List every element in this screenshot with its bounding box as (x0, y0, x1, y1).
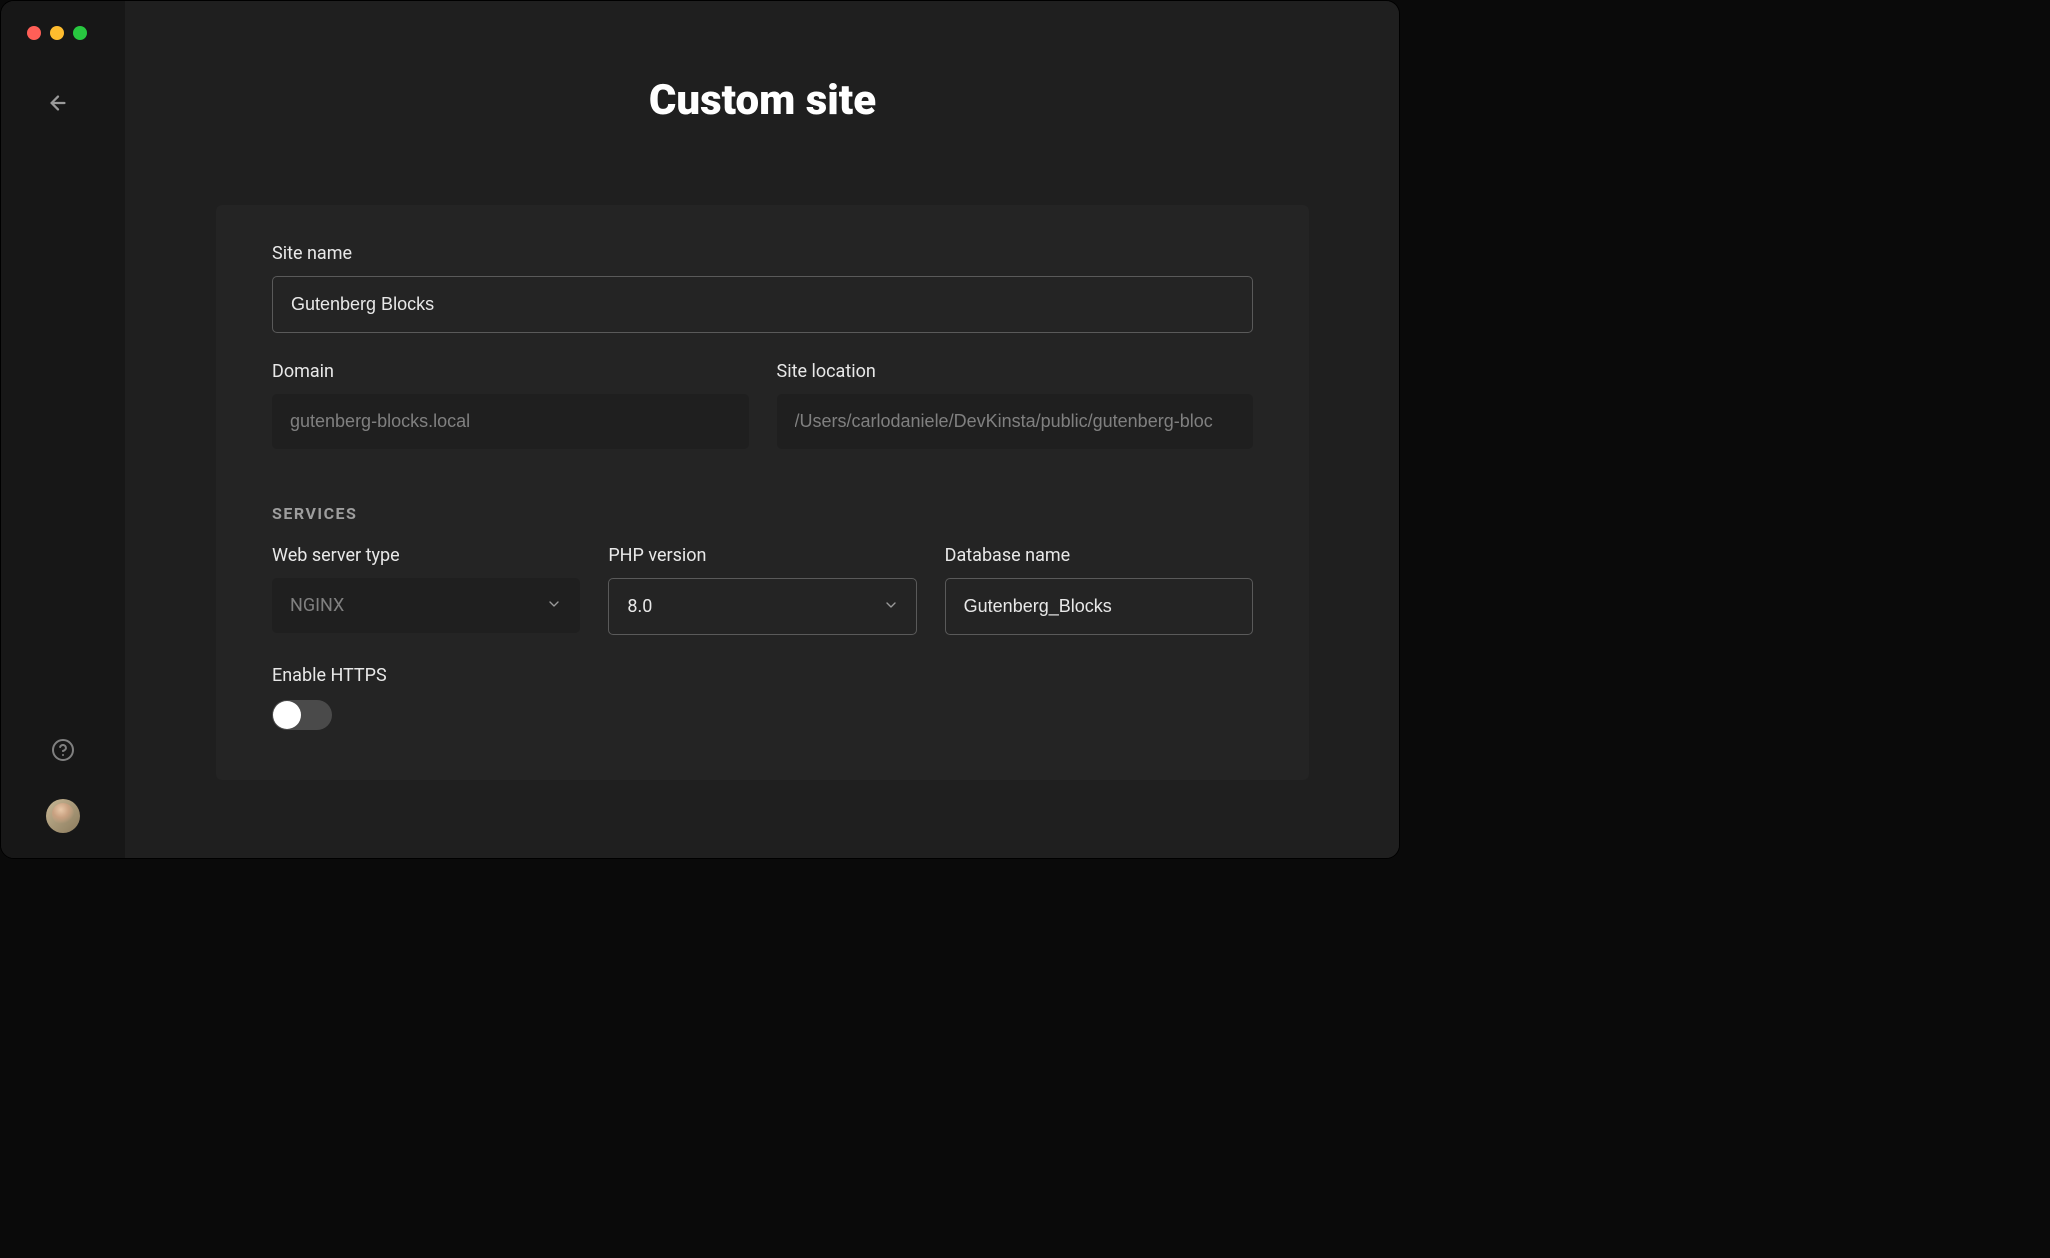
domain-location-row: Domain Site location (272, 361, 1253, 449)
domain-label: Domain (272, 361, 749, 382)
database-name-group: Database name (945, 545, 1253, 635)
form-panel: Site name Domain Site location SERVICES (216, 205, 1309, 780)
enable-https-label: Enable HTTPS (272, 665, 1253, 686)
main-content: Custom site Site name Domain Site locati… (126, 1, 1399, 858)
services-header: SERVICES (272, 504, 1253, 523)
sidebar-bottom (46, 740, 80, 833)
site-name-group: Site name (272, 243, 1253, 333)
php-version-label: PHP version (608, 545, 916, 566)
enable-https-group: Enable HTTPS (272, 665, 1253, 730)
web-server-group: Web server type NGINX (272, 545, 580, 635)
maximize-window-button[interactable] (73, 26, 87, 40)
toggle-handle (273, 701, 301, 729)
site-location-label: Site location (777, 361, 1254, 382)
services-row: Web server type NGINX PHP version 8.0 (272, 545, 1253, 635)
help-button[interactable] (51, 740, 75, 764)
database-name-label: Database name (945, 545, 1253, 566)
back-button[interactable] (38, 85, 78, 125)
web-server-select[interactable]: NGINX (272, 578, 580, 633)
web-server-label: Web server type (272, 545, 580, 566)
close-window-button[interactable] (27, 26, 41, 40)
domain-group: Domain (272, 361, 749, 449)
site-location-group: Site location (777, 361, 1254, 449)
site-location-input[interactable] (777, 394, 1254, 449)
domain-input[interactable] (272, 394, 749, 449)
window-controls (1, 26, 87, 40)
app-window: Custom site Site name Domain Site locati… (0, 0, 1400, 859)
php-version-select[interactable]: 8.0 (608, 578, 916, 635)
minimize-window-button[interactable] (50, 26, 64, 40)
site-name-label: Site name (272, 243, 1253, 264)
enable-https-toggle[interactable] (272, 700, 332, 730)
page-title: Custom site (126, 1, 1399, 205)
php-version-group: PHP version 8.0 (608, 545, 916, 635)
avatar[interactable] (46, 799, 80, 833)
database-name-input[interactable] (945, 578, 1253, 635)
arrow-left-icon (47, 92, 69, 118)
sidebar (1, 1, 126, 858)
help-circle-icon (51, 738, 75, 766)
site-name-input[interactable] (272, 276, 1253, 333)
